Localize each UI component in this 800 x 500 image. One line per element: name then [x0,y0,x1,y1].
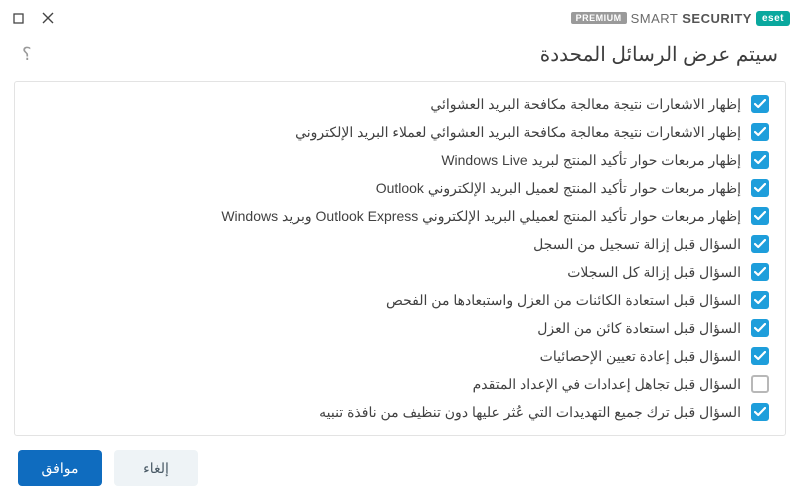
checkbox[interactable] [751,263,769,281]
brand-name: SMART SECURITY [631,11,752,26]
heading-row: سيتم عرض الرسائل المحددة ؟ [0,36,800,81]
list-item: إظهار الاشعارات نتيجة معالجة مكافحة البر… [19,118,773,146]
brand-name-bold: SECURITY [682,11,752,26]
list-item-label: إظهار مربعات حوار تأكيد المنتج لعميلي ال… [221,208,741,225]
brand: eset SMART SECURITY PREMIUM [571,11,790,26]
brand-badge: eset [756,11,790,26]
cancel-button[interactable]: إلغاء [114,450,198,486]
checkbox[interactable] [751,179,769,197]
help-icon[interactable]: ؟ [22,44,32,65]
checkbox[interactable] [751,123,769,141]
page-title: سيتم عرض الرسائل المحددة [540,42,778,67]
list-item-label: السؤال قبل ترك جميع التهديدات التي عُثر … [319,404,741,421]
list-item-label: إظهار الاشعارات نتيجة معالجة مكافحة البر… [295,124,741,141]
brand-tier: PREMIUM [571,12,627,24]
list-item: السؤال قبل إعادة تعيين الإحصائيات [19,342,773,370]
list-item: السؤال قبل استعادة كائن من العزل [19,314,773,342]
checkbox[interactable] [751,403,769,421]
list-item: السؤال قبل إزالة تسجيل من السجل [19,230,773,258]
list-item: السؤال قبل تجاهل إعدادات في الإعداد المت… [19,370,773,398]
list-item: إظهار مربعات حوار تأكيد المنتج لعميل الب… [19,174,773,202]
list-item: إظهار مربعات حوار تأكيد المنتج لبريد Win… [19,146,773,174]
list-item: السؤال قبل ترك جميع التهديدات التي عُثر … [19,398,773,426]
list-item-label: إظهار مربعات حوار تأكيد المنتج لعميل الب… [376,180,741,197]
message-list-scroll[interactable]: إظهار الاشعارات نتيجة معالجة مكافحة البر… [15,82,785,435]
checkbox[interactable] [751,291,769,309]
checkbox[interactable] [751,95,769,113]
checkbox[interactable] [751,207,769,225]
checkbox[interactable] [751,347,769,365]
close-icon[interactable] [40,10,56,26]
message-list: إظهار الاشعارات نتيجة معالجة مكافحة البر… [14,81,786,436]
brand-name-light: SMART [631,11,679,26]
titlebar: eset SMART SECURITY PREMIUM [0,0,800,36]
list-item: السؤال قبل إزالة كل السجلات [19,258,773,286]
checkbox[interactable] [751,375,769,393]
footer: موافق إلغاء [0,436,800,500]
list-item-label: إظهار الاشعارات نتيجة معالجة مكافحة البر… [430,96,741,113]
list-item-label: السؤال قبل استعادة كائن من العزل [537,320,741,337]
list-item: إظهار مربعات حوار تأكيد المنتج لعميلي ال… [19,202,773,230]
list-item: السؤال قبل استعادة الكائنات من العزل واس… [19,286,773,314]
list-item-label: السؤال قبل إعادة تعيين الإحصائيات [540,348,741,365]
list-item-label: السؤال قبل إزالة تسجيل من السجل [533,236,741,253]
checkbox[interactable] [751,151,769,169]
maximize-icon[interactable] [10,10,26,26]
list-item-label: السؤال قبل إزالة كل السجلات [567,264,741,281]
list-item-label: السؤال قبل استعادة الكائنات من العزل واس… [386,292,741,309]
list-item: إظهار الاشعارات نتيجة معالجة مكافحة البر… [19,90,773,118]
ok-button[interactable]: موافق [18,450,102,486]
list-item-label: إظهار مربعات حوار تأكيد المنتج لبريد Win… [441,152,741,169]
checkbox[interactable] [751,235,769,253]
checkbox[interactable] [751,319,769,337]
list-item-label: السؤال قبل تجاهل إعدادات في الإعداد المت… [473,376,741,393]
